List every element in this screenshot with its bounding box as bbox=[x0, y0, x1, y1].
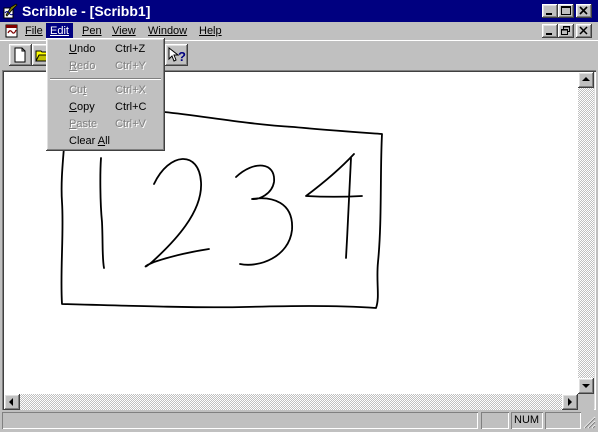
arrow-up-icon bbox=[582, 77, 590, 81]
new-document-button[interactable] bbox=[9, 44, 32, 66]
minimize-button[interactable] bbox=[542, 4, 558, 18]
menu-pen-label: Pen bbox=[82, 25, 102, 37]
menu-view[interactable]: View bbox=[108, 23, 140, 39]
menu-item-undo-label: Undo bbox=[69, 43, 96, 55]
menu-view-label: View bbox=[112, 25, 136, 37]
title-bar[interactable]: Scribble - [Scribb1] bbox=[0, 0, 598, 22]
menu-item-redo-label: Redo bbox=[69, 60, 96, 72]
status-indicator-scrl bbox=[545, 412, 581, 429]
stroke-digit-3 bbox=[235, 164, 293, 266]
menu-item-paste[interactable]: Paste Ctrl+V bbox=[49, 116, 162, 133]
menu-window[interactable]: Window bbox=[144, 23, 191, 39]
minimize-icon bbox=[546, 33, 552, 35]
menu-file-label: File bbox=[25, 25, 43, 37]
document-close-button[interactable] bbox=[576, 24, 592, 38]
menu-item-paste-label: Paste bbox=[69, 118, 98, 130]
window-title: Scribble - [Scribb1] bbox=[22, 3, 151, 19]
minimize-icon bbox=[546, 13, 552, 15]
edit-menu-dropdown: Undo Ctrl+Z Redo Ctrl+Y Cut Ctrl+X Copy … bbox=[46, 38, 165, 151]
close-icon bbox=[579, 26, 588, 35]
document-system-menu-icon[interactable] bbox=[5, 24, 19, 38]
document-minimize-button[interactable] bbox=[542, 24, 558, 38]
menu-edit-label: Edit bbox=[50, 25, 69, 37]
menu-separator bbox=[50, 78, 161, 80]
menu-item-undo[interactable]: Undo Ctrl+Z bbox=[49, 41, 162, 58]
maximize-button[interactable] bbox=[558, 4, 574, 18]
menu-window-label: Window bbox=[148, 25, 188, 37]
scroll-left-button[interactable] bbox=[4, 394, 20, 410]
menu-item-clear-all-label: Clear All bbox=[69, 135, 110, 147]
status-indicator-blank bbox=[481, 412, 509, 429]
menu-item-redo[interactable]: Redo Ctrl+Y bbox=[49, 58, 162, 75]
scroll-down-button[interactable] bbox=[578, 378, 594, 394]
horizontal-scrollbar[interactable] bbox=[4, 394, 578, 410]
menu-help[interactable]: Help bbox=[195, 23, 226, 39]
document-restore-button[interactable] bbox=[558, 24, 574, 38]
menu-item-clear-all[interactable]: Clear All bbox=[49, 133, 162, 150]
menu-item-cut-shortcut: Ctrl+X bbox=[115, 84, 146, 96]
context-help-button[interactable]: ? bbox=[165, 44, 188, 66]
scroll-up-button[interactable] bbox=[578, 72, 594, 88]
maximize-icon bbox=[561, 6, 571, 15]
stroke-digit-4 bbox=[305, 153, 363, 259]
menu-item-copy[interactable]: Copy Ctrl+C bbox=[49, 99, 162, 116]
arrow-down-icon bbox=[582, 384, 590, 388]
arrow-right-icon bbox=[568, 398, 572, 406]
new-document-icon bbox=[14, 47, 26, 63]
menu-item-cut-label: Cut bbox=[69, 84, 87, 96]
resize-grip[interactable] bbox=[583, 416, 596, 429]
menu-item-copy-shortcut: Ctrl+C bbox=[115, 101, 147, 113]
svg-text:?: ? bbox=[178, 49, 186, 63]
vertical-scrollbar[interactable] bbox=[578, 72, 594, 394]
scrollbar-corner bbox=[578, 394, 594, 410]
resize-grip-icon bbox=[583, 416, 596, 429]
status-message bbox=[2, 412, 478, 429]
menu-item-copy-label: Copy bbox=[69, 101, 95, 113]
menu-item-paste-shortcut: Ctrl+V bbox=[115, 118, 146, 130]
menu-pen[interactable]: Pen bbox=[78, 23, 106, 39]
scroll-right-button[interactable] bbox=[562, 394, 578, 410]
context-help-icon: ? bbox=[168, 47, 186, 63]
menu-file[interactable]: File bbox=[21, 23, 47, 39]
num-lock-indicator: NUM bbox=[511, 412, 543, 429]
menu-edit[interactable]: Edit bbox=[46, 23, 73, 39]
restore-icon bbox=[561, 26, 570, 35]
stroke-digit-2 bbox=[144, 158, 210, 268]
close-button[interactable] bbox=[576, 4, 592, 18]
stroke-digit-1 bbox=[99, 157, 105, 269]
menu-help-label: Help bbox=[199, 25, 222, 37]
menu-item-cut[interactable]: Cut Ctrl+X bbox=[49, 82, 162, 99]
scribble-app-icon[interactable] bbox=[3, 3, 19, 19]
close-icon bbox=[579, 6, 588, 15]
menu-item-redo-shortcut: Ctrl+Y bbox=[115, 60, 146, 72]
arrow-left-icon bbox=[9, 398, 13, 406]
menu-item-undo-shortcut: Ctrl+Z bbox=[115, 43, 146, 55]
